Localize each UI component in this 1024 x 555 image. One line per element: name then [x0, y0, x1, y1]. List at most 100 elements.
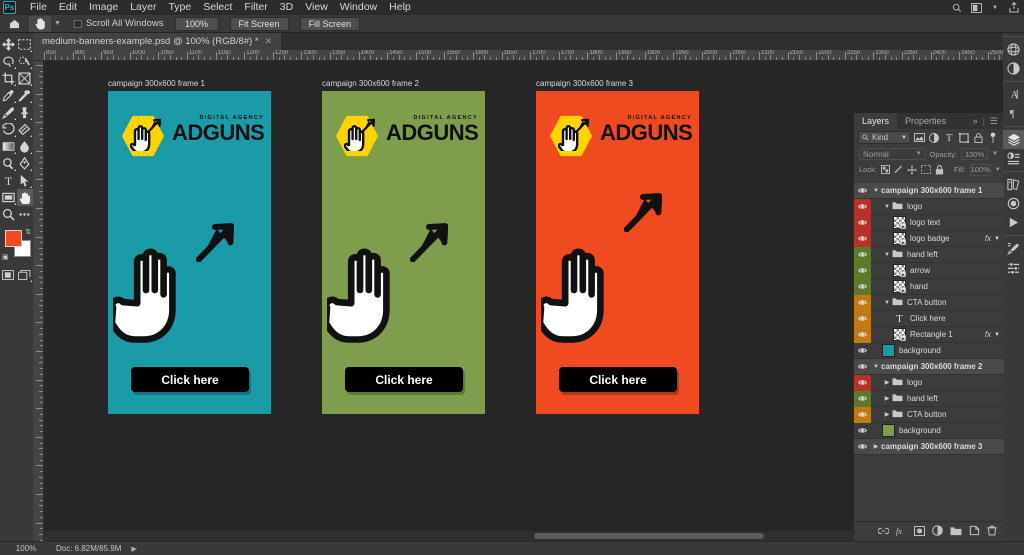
scroll-all-windows-checkbox[interactable]: Scroll All Windows — [73, 18, 164, 29]
menu-view[interactable]: View — [299, 0, 334, 15]
layer-name[interactable]: campaign 300x600 frame 2 — [881, 362, 982, 371]
layer-row[interactable]: ▼ campaign 300x600 frame 1 — [854, 183, 1004, 199]
layer-name[interactable]: logo badge — [910, 234, 950, 243]
layer-row[interactable]: ▶ logo — [854, 374, 1004, 391]
actions-panel-icon[interactable] — [1003, 213, 1024, 232]
tab-properties[interactable]: Properties — [897, 113, 954, 129]
layer-visibility-toggle[interactable] — [854, 326, 871, 343]
layer-row[interactable]: ▶ hand left — [854, 390, 1004, 407]
color-swatches[interactable]: ⇅ ▣ — [0, 228, 33, 262]
fill-chevron-icon[interactable]: ▼ — [995, 167, 1001, 173]
layer-row[interactable]: ▶ campaign 300x600 frame 3 — [854, 439, 1004, 455]
paragraph-panel-icon[interactable]: ¶ — [1003, 104, 1024, 123]
layer-thumbnail[interactable] — [893, 328, 906, 341]
layer-row[interactable]: ▶ CTA button — [854, 406, 1004, 423]
cta-button[interactable]: Click here — [559, 367, 677, 392]
chevron-down-icon[interactable]: ▼ — [882, 204, 892, 210]
zoom-100-button[interactable]: 100% — [174, 16, 219, 31]
adjustments-panel-icon[interactable] — [1003, 149, 1024, 168]
layer-name[interactable]: Rectangle 1 — [910, 330, 953, 339]
logo-badge[interactable] — [548, 113, 596, 158]
frame-tool[interactable] — [17, 70, 34, 87]
menu-edit[interactable]: Edit — [53, 0, 83, 15]
fill-value[interactable]: 100% — [969, 163, 991, 176]
layer-visibility-toggle[interactable] — [854, 390, 871, 407]
menu-select[interactable]: Select — [197, 0, 238, 15]
layer-style-icon[interactable]: fx — [896, 526, 907, 538]
cta-button[interactable]: Click here — [345, 367, 463, 392]
lock-all-icon[interactable] — [935, 164, 944, 175]
layer-name[interactable]: hand left — [907, 394, 938, 403]
arrow-illustration[interactable] — [409, 221, 449, 265]
chevron-right-icon[interactable]: ▶ — [871, 443, 881, 450]
layer-name[interactable]: background — [899, 346, 941, 355]
properties-panel-icon[interactable] — [1003, 258, 1024, 277]
lasso-tool[interactable] — [0, 53, 17, 70]
chevron-down-icon[interactable]: ▼ — [994, 236, 1000, 242]
layer-thumbnail[interactable] — [893, 280, 906, 293]
artboard[interactable]: DIGITAL AGENCY ADGUNS Click here — [536, 91, 699, 414]
layer-visibility-toggle[interactable] — [854, 246, 871, 263]
chevron-down-icon[interactable]: ▼ — [882, 300, 892, 306]
arrow-illustration[interactable] — [195, 221, 235, 265]
layer-effects-icon[interactable]: fx ▼ — [985, 330, 1000, 339]
swatches-panel-icon[interactable] — [1003, 59, 1024, 78]
gradient-tool[interactable] — [0, 138, 17, 155]
layer-name[interactable]: background — [899, 426, 941, 435]
layer-row[interactable]: logo text — [854, 214, 1004, 231]
workspace-icon[interactable] — [970, 2, 982, 14]
layer-row[interactable]: arrow — [854, 262, 1004, 279]
layer-visibility-toggle[interactable] — [854, 423, 871, 439]
close-icon[interactable]: ✕ — [265, 36, 273, 47]
layer-visibility-toggle[interactable] — [854, 310, 871, 327]
layer-visibility-toggle[interactable] — [854, 262, 871, 279]
layer-visibility-toggle[interactable] — [854, 294, 871, 311]
layer-row[interactable]: ▼ hand left — [854, 246, 1004, 263]
layer-visibility-toggle[interactable] — [854, 439, 871, 455]
quick-selection-tool[interactable] — [17, 53, 34, 70]
brush-settings-icon[interactable] — [1003, 239, 1024, 258]
layer-name[interactable]: CTA button — [907, 298, 946, 307]
artboard[interactable]: DIGITAL AGENCY ADGUNS Click here — [322, 91, 485, 414]
history-brush-tool[interactable] — [0, 121, 17, 138]
chevron-down-icon[interactable]: ▼ — [994, 332, 1000, 338]
layer-visibility-toggle[interactable] — [854, 374, 871, 391]
layer-list[interactable]: ▼ campaign 300x600 frame 1 ▼ logo logo text l… — [854, 183, 1004, 521]
layer-visibility-toggle[interactable] — [854, 343, 871, 359]
scrollbar-thumb[interactable] — [534, 533, 764, 539]
blend-mode-select[interactable]: Normal ▼ — [859, 148, 926, 160]
new-group-icon[interactable] — [950, 526, 962, 538]
chevron-right-icon[interactable]: ▶ — [882, 411, 892, 418]
hand-illustration[interactable] — [322, 246, 413, 346]
layer-visibility-toggle[interactable] — [854, 406, 871, 423]
pen-tool[interactable] — [17, 155, 34, 172]
layer-name[interactable]: logo text — [910, 218, 940, 227]
layer-name[interactable]: logo — [907, 378, 922, 387]
hand-illustration[interactable] — [108, 246, 199, 346]
panel-menu-icon[interactable]: ☰ — [990, 116, 998, 127]
search-icon[interactable] — [951, 2, 963, 14]
foreground-color-swatch[interactable] — [5, 230, 22, 247]
swap-colors-icon[interactable]: ⇅ — [25, 228, 31, 236]
document-tab[interactable]: medium-banners-example.psd @ 100% (RGB/8… — [33, 33, 283, 50]
layers-panel-icon[interactable] — [1003, 130, 1024, 149]
reset-colors-icon[interactable]: ▣ — [2, 253, 9, 261]
fill-screen-button[interactable]: Fill Screen — [299, 16, 361, 31]
layer-visibility-toggle[interactable] — [854, 278, 871, 295]
menu-type[interactable]: Type — [162, 0, 197, 15]
layer-row[interactable]: Rectangle 1 fx ▼ — [854, 326, 1004, 343]
hand-illustration[interactable] — [536, 246, 627, 346]
color-panel-icon[interactable] — [1003, 40, 1024, 59]
marquee-tool[interactable] — [17, 36, 34, 53]
history-panel-icon[interactable] — [1003, 194, 1024, 213]
filter-adjustment-icon[interactable] — [929, 131, 941, 144]
layer-row[interactable]: background — [854, 343, 1004, 359]
link-layers-icon[interactable] — [877, 527, 890, 537]
eyedropper-tool[interactable] — [0, 87, 17, 104]
fit-screen-button[interactable]: Fit Screen — [229, 16, 289, 31]
layer-mask-icon[interactable] — [914, 525, 925, 538]
menu-window[interactable]: Window — [334, 0, 383, 15]
layer-thumbnail[interactable] — [882, 424, 895, 437]
zoom-tool[interactable] — [0, 206, 17, 223]
logo-group[interactable]: DIGITAL AGENCY ADGUNS — [334, 113, 479, 158]
